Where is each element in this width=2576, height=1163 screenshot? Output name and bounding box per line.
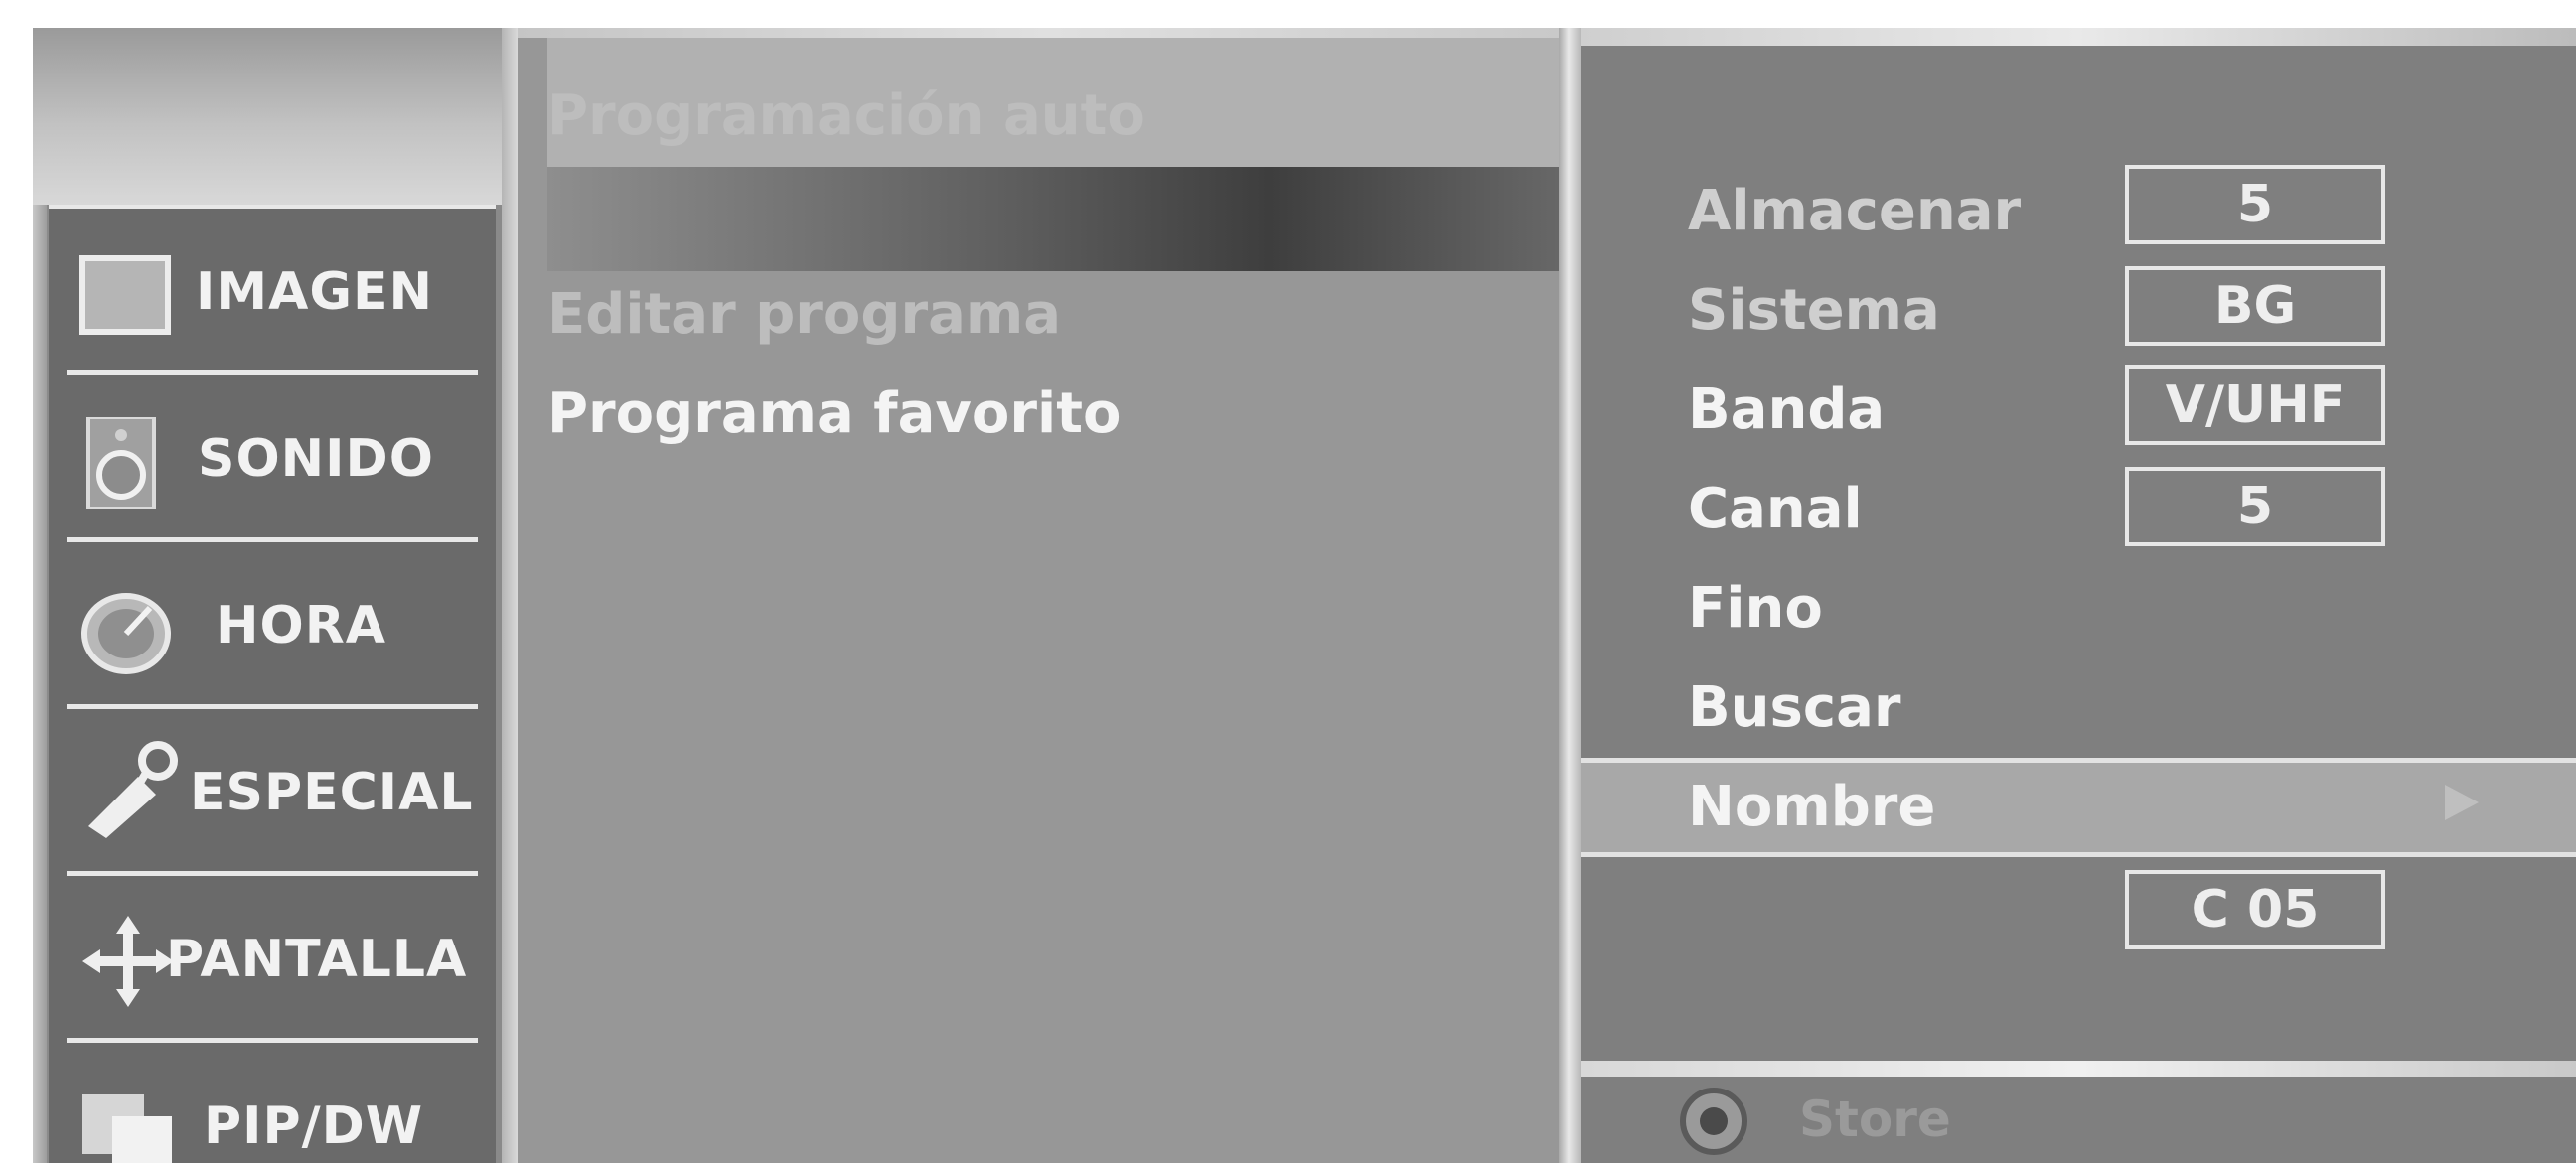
store-hint-label: Store bbox=[1799, 1090, 1951, 1148]
picture-icon bbox=[78, 250, 178, 342]
menu-item-hora[interactable]: HORA bbox=[49, 542, 496, 709]
menu-item-label: IMAGEN bbox=[196, 262, 434, 322]
pip-icon bbox=[78, 1085, 178, 1163]
speaker-icon bbox=[78, 415, 178, 510]
panel-top-border bbox=[518, 28, 1579, 38]
panel-divider bbox=[1559, 28, 1581, 1163]
setting-label-canal[interactable]: Canal bbox=[1688, 477, 1863, 541]
tag-icon bbox=[78, 741, 178, 842]
main-menu: IMAGEN SONIDO HORA ESPECIAL PANTALLA PIP… bbox=[49, 205, 496, 1163]
footer-divider bbox=[1581, 1061, 2576, 1077]
move-arrows-icon bbox=[78, 916, 178, 1009]
submenu-item-programa-favorito[interactable]: Programa favorito bbox=[547, 381, 1121, 446]
setting-label-sistema[interactable]: Sistema bbox=[1688, 278, 1940, 343]
setting-value-nombre[interactable]: C 05 bbox=[2125, 870, 2385, 949]
clock-icon bbox=[78, 584, 178, 675]
setting-value-almacenar[interactable]: 5 bbox=[2125, 165, 2385, 244]
submenu-panel: Programación auto Editar programa Progra… bbox=[518, 28, 1579, 1163]
ok-button-icon bbox=[1680, 1088, 1747, 1155]
tv-osd-menu: IMAGEN SONIDO HORA ESPECIAL PANTALLA PIP… bbox=[33, 28, 2576, 1163]
menu-item-especial[interactable]: ESPECIAL bbox=[49, 709, 496, 876]
menu-item-label: SONIDO bbox=[198, 429, 434, 489]
setting-value-banda[interactable]: V/UHF bbox=[2125, 365, 2385, 445]
setting-value-sistema[interactable]: BG bbox=[2125, 266, 2385, 346]
setting-label-banda[interactable]: Banda bbox=[1688, 377, 1885, 442]
menu-item-label: ESPECIAL bbox=[190, 763, 474, 822]
menu-item-label: PIP/DW bbox=[204, 1096, 424, 1156]
submenu-item-programacion-auto[interactable]: Programación auto bbox=[547, 83, 1145, 148]
menu-item-label: HORA bbox=[216, 596, 387, 655]
submenu-highlight bbox=[547, 167, 1579, 271]
settings-panel: Almacenar 5 Sistema BG Banda V/UHF Canal… bbox=[1581, 28, 2576, 1163]
submenu-item-editar-programa[interactable]: Editar programa bbox=[547, 282, 1061, 347]
left-header-area bbox=[33, 28, 502, 205]
setting-label-nombre[interactable]: Nombre bbox=[1688, 775, 1935, 839]
menu-item-imagen[interactable]: IMAGEN bbox=[49, 209, 496, 375]
setting-label-buscar[interactable]: Buscar bbox=[1688, 675, 1900, 740]
setting-value-canal[interactable]: 5 bbox=[2125, 467, 2385, 546]
menu-item-pantalla[interactable]: PANTALLA bbox=[49, 876, 496, 1043]
menu-item-pip-dw[interactable]: PIP/DW bbox=[49, 1043, 496, 1163]
arrow-right-icon bbox=[2445, 785, 2479, 820]
panel-top-border bbox=[1581, 28, 2576, 46]
menu-item-sonido[interactable]: SONIDO bbox=[49, 375, 496, 542]
menu-item-label: PANTALLA bbox=[166, 930, 468, 989]
setting-label-fino[interactable]: Fino bbox=[1688, 576, 1823, 641]
setting-label-almacenar[interactable]: Almacenar bbox=[1688, 179, 2021, 243]
